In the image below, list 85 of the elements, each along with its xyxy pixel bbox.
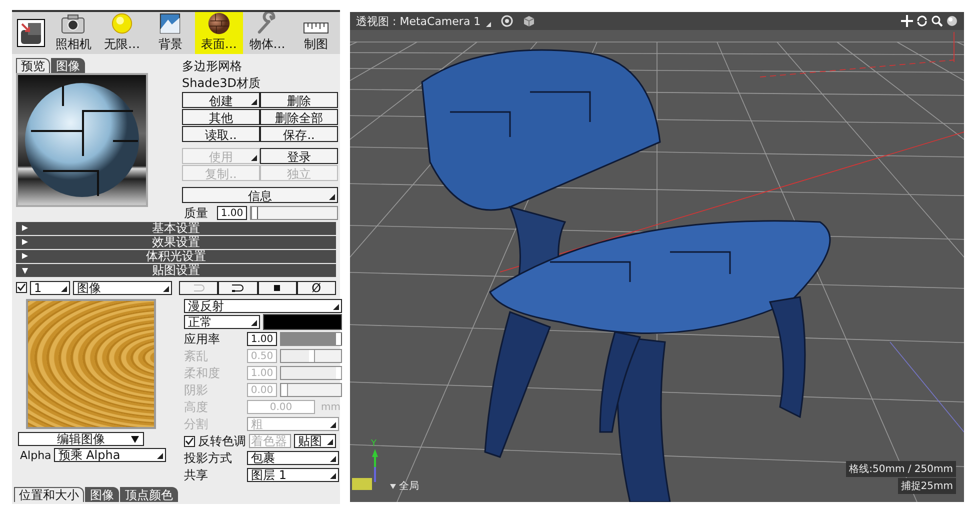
edit-image-button[interactable]: 编辑图像 [18,432,144,446]
caret-icon [330,422,336,428]
rotate-icon [230,282,245,292]
type-dropdown[interactable]: 图像 [72,280,172,294]
section-header[interactable]: 体积光设置 [16,250,336,263]
material-button[interactable]: 创建 [182,92,260,108]
alpha-dropdown[interactable]: 预乘 Alpha [54,448,166,462]
toolbar-button[interactable]: 照相机 [49,12,98,54]
alpha-label: Alpha [20,448,52,462]
toolbar-button[interactable]: 无限… [98,12,146,54]
param-label: 共享 [184,466,209,484]
square-icon [273,284,282,292]
param-label: 柔和度 [184,364,221,382]
param-label: 分割 [184,416,209,432]
material-button[interactable]: 保存.. [260,126,338,142]
cursor-icon [16,18,45,46]
value-field[interactable]: 1.00 [217,206,248,220]
sphere-icon[interactable] [946,15,958,27]
material-button[interactable]: 删除全部 [260,109,338,125]
axis-icon [352,449,378,490]
ruler-icon [302,21,329,35]
sphere-icon [206,12,232,35]
param-label: 质量 [184,204,210,222]
cube-icon[interactable] [522,15,535,27]
tab[interactable]: 预览 [16,58,50,73]
material-button[interactable]: 登录 [260,148,338,164]
caret-icon [157,453,163,459]
material-name: 多边形网格 [182,58,244,75]
target-icon[interactable] [500,15,513,27]
tab[interactable]: 图像 [51,58,85,73]
tab[interactable]: 顶点颜色 [120,487,178,502]
share-dropdown[interactable]: 图层 1 [247,468,339,482]
caret-icon [329,194,335,200]
value-field[interactable]: 1.00 [247,332,277,346]
rotate-icon[interactable] [916,15,928,27]
rotate-icon [192,282,206,292]
tab[interactable]: 位置和大小 [14,487,84,502]
info-button[interactable]: 信息 [182,187,338,203]
param-label: 阴影 [184,382,209,398]
toolbar-button[interactable]: 物体… [243,12,292,54]
toolbar-button[interactable]: 背景 [146,12,195,54]
grid-info: 格线:50mm / 250mm [846,461,956,477]
checkbox[interactable] [184,436,195,446]
section-header[interactable]: 基本设置 [16,222,336,235]
slider-fill[interactable] [251,207,258,219]
axis-label: Y [371,439,376,449]
caret-icon [330,456,336,462]
search-icon[interactable] [931,15,943,27]
invert-label: 反转色调 [198,432,246,450]
caret-icon [163,286,170,292]
tab[interactable]: 图像 [85,487,119,502]
caret-icon [251,320,257,326]
param-label: 高度 [184,398,209,416]
channel-dropdown[interactable]: 漫反射 [184,299,342,313]
blend-dropdown[interactable]: 正常 [184,315,260,329]
slider-fill[interactable] [281,333,341,345]
param-label: 应用率 [184,330,221,348]
projection-dropdown[interactable]: 包裹 [247,451,339,465]
map-dropdown[interactable]: 贴图 [294,434,336,448]
caret-icon [327,439,333,445]
viewport-title[interactable]: 透视图 : MetaCamera 1 [356,14,491,28]
caret-icon [60,286,67,292]
move-icon[interactable] [901,15,913,27]
material-button[interactable]: 删除 [260,92,338,108]
caret-icon [486,22,491,26]
caret-icon [330,473,336,479]
scope-dropdown[interactable]: 全局 [390,479,419,493]
param-label: 紊乱 [184,348,209,364]
material-button[interactable]: 读取.. [182,126,260,142]
snap-info: 捕捉25mm [898,478,956,494]
material-type: Shade3D材质 [182,75,262,92]
unit-label: mm [321,402,340,412]
material-button[interactable]: 其他 [182,109,260,125]
checkbox[interactable] [16,282,27,293]
color-swatch[interactable] [263,314,342,330]
sun-icon [110,12,134,35]
layer-dropdown[interactable]: 1 [30,280,70,294]
action-button[interactable] [218,280,258,294]
toolbar-button[interactable]: 表面… [194,12,244,54]
param-label: 投影方式 [184,450,233,466]
section-header[interactable]: 贴图设置 [16,264,336,277]
action-button[interactable] [258,280,297,294]
toolbar-button[interactable]: 制图 [292,12,340,54]
section-header[interactable]: 效果设置 [16,236,336,249]
clear-button[interactable]: Ø [296,280,336,294]
